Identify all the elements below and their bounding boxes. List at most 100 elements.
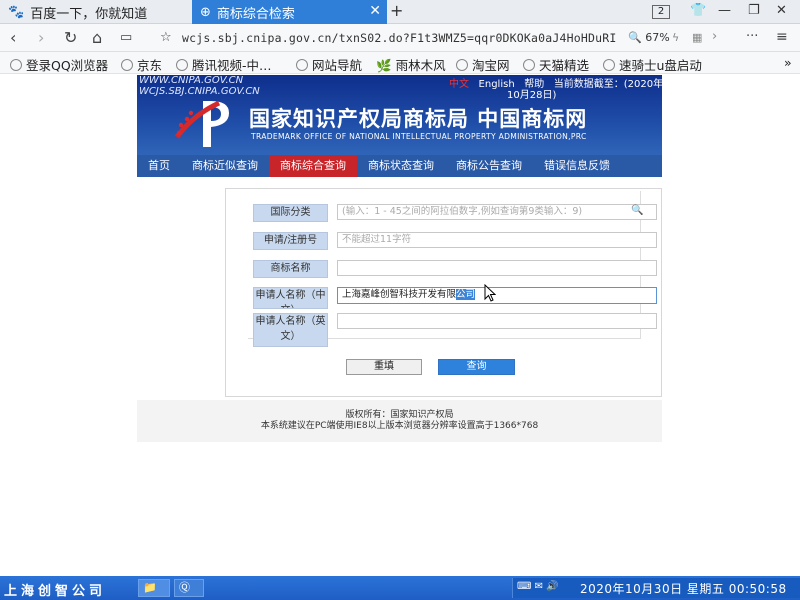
bookmark-label: 登录QQ浏览器	[26, 58, 109, 73]
bookmark-label: 天猫精选	[539, 58, 590, 73]
applicant-cn-input[interactable]: 上海嘉峰创智科技开发有限公司	[337, 287, 657, 304]
folder-icon: 📁	[143, 581, 157, 594]
mouse-cursor-icon	[484, 284, 496, 302]
search-icon: 🔍	[628, 31, 642, 44]
close-window-button[interactable]: ✕	[776, 3, 787, 18]
reload-icon[interactable]: ↻	[64, 28, 77, 47]
globe-icon	[603, 59, 615, 71]
zoom-level[interactable]: 🔍 67%	[628, 31, 670, 44]
applicant-en-input[interactable]	[337, 313, 657, 329]
bookmark-tencent-video[interactable]: 腾讯视频-中…	[176, 55, 272, 74]
folder-taskbar-button[interactable]: 📁	[138, 579, 170, 597]
cnipa-emblem-icon	[174, 100, 229, 147]
tab-baidu[interactable]: 🐾 百度一下，你就知道	[0, 0, 190, 24]
applicant-cn-label: 申请人名称（中文）	[253, 287, 328, 309]
bookmark-site-nav[interactable]: 网站导航	[296, 55, 362, 74]
site-url-primary[interactable]: WWW.CNIPA.GOV.CN	[139, 75, 243, 86]
browser-tab-bar: 🐾 百度一下，你就知道 ⊕ 商标综合检索 ✕ + 2 👕 — ❐ ✕	[0, 0, 800, 24]
more-button[interactable]: ···	[746, 29, 758, 44]
new-tab-button[interactable]: +	[390, 1, 403, 20]
data-date-prefix: 当前数据截至：(2020年	[553, 79, 662, 90]
reader-icon[interactable]: ▭	[120, 30, 132, 45]
bookmark-taobao[interactable]: 淘宝网	[456, 55, 510, 74]
bookmark-qq-login[interactable]: 登录QQ浏览器	[10, 55, 108, 74]
zoom-value: 67%	[645, 31, 670, 44]
query-button[interactable]: 查询	[438, 359, 515, 375]
bookmark-label: 腾讯视频-中…	[192, 58, 272, 73]
globe-icon	[296, 59, 308, 71]
nav-error-feedback[interactable]: 错误信息反馈	[533, 155, 621, 177]
close-icon[interactable]: ✕	[369, 3, 381, 19]
start-button[interactable]: 上海创智公司	[4, 580, 106, 599]
address-bar: ‹ › ↻ ⌂ ▭ ☆ wcjs.sbj.cnipa.gov.cn/txnS02…	[0, 24, 800, 52]
applicant-en-label: 申请人名称（英文）	[253, 313, 328, 347]
reset-button[interactable]: 重填	[346, 359, 422, 375]
bookmark-jd[interactable]: 京东	[121, 55, 162, 74]
globe-icon	[121, 59, 133, 71]
back-icon[interactable]: ‹	[10, 28, 16, 47]
skin-icon[interactable]: 👕	[690, 3, 706, 18]
copyright-text: 版权所有：国家知识产权局	[345, 410, 454, 420]
chevron-right-icon[interactable]: ›	[712, 29, 717, 44]
browser-icon: Ⓠ	[179, 581, 190, 594]
bookmarks-bar: 登录QQ浏览器 京东 腾讯视频-中… 网站导航 🌿 雨林木风 淘宝网 天猫精选 速…	[0, 52, 800, 74]
data-date-suffix: 10月28日)	[507, 90, 557, 101]
globe-icon: ⊕	[200, 4, 211, 20]
forward-icon[interactable]: ›	[38, 28, 44, 47]
bookmark-usb-boot[interactable]: 速骑士u盘启动	[603, 55, 702, 74]
site-title-en: TRADEMARK OFFICE OF NATIONAL INTELLECTUA…	[251, 132, 587, 141]
bookmark-ylmf[interactable]: 🌿 雨林木风	[376, 55, 446, 74]
site-footer: 版权所有：国家知识产权局 本系统建议在PC端使用IE8以上版本浏览器分辨率设置高…	[137, 400, 662, 442]
taskbar: 上海创智公司 📁 Ⓠ ⌨ ✉ 🔊 2020年10月30日 星期五 00:50:5…	[0, 576, 800, 600]
qrcode-icon[interactable]: ▦	[692, 31, 702, 44]
reg-no-input[interactable]: 不能超过11字符	[337, 232, 657, 248]
class-label: 国际分类	[253, 204, 328, 222]
bookmark-label: 网站导航	[312, 58, 363, 73]
restore-button[interactable]: ❐	[748, 3, 760, 18]
home-icon[interactable]: ⌂	[92, 28, 102, 47]
class-input[interactable]: (输入：1 - 45之间的阿拉伯数字,例如查询第9类输入：9)	[337, 204, 657, 220]
nav-home[interactable]: 首页	[137, 155, 181, 177]
tab-count-badge[interactable]: 2	[652, 5, 670, 19]
bookmark-tmall[interactable]: 天猫精选	[523, 55, 589, 74]
menu-icon[interactable]: ≡	[776, 29, 788, 45]
chevron-double-right-icon[interactable]: »	[784, 55, 792, 70]
minimize-button[interactable]: —	[718, 3, 731, 18]
name-input[interactable]	[337, 260, 657, 276]
globe-icon	[176, 59, 188, 71]
globe-icon	[456, 59, 468, 71]
browser-taskbar-button[interactable]: Ⓠ	[174, 579, 204, 597]
url-input[interactable]: wcjs.sbj.cnipa.gov.cn/txnS02.do?F1t3WMZ5…	[182, 31, 617, 45]
browser-advice-text: 本系统建议在PC端使用IE8以上版本浏览器分辨率设置高于1366*768	[260, 421, 539, 431]
nav-comprehensive-search[interactable]: 商标综合查询	[269, 155, 357, 177]
leaf-icon: 🌿	[376, 58, 392, 73]
paw-icon: 🐾	[8, 4, 25, 20]
lang-cn-link[interactable]: 中文	[449, 79, 469, 90]
applicant-cn-selection: 公司	[456, 289, 476, 300]
site-nav-menu: 首页 商标近似查询 商标综合查询 商标状态查询 商标公告查询 错误信息反馈	[137, 155, 662, 177]
tray-icons[interactable]: ⌨ ✉ 🔊	[517, 581, 559, 592]
tab-title: 百度一下，你就知道	[30, 6, 148, 22]
site-url-secondary[interactable]: WCJS.SBJ.CNIPA.GOV.CN	[139, 86, 260, 97]
star-icon[interactable]: ☆	[160, 30, 172, 45]
reg-no-label: 申请/注册号	[253, 232, 328, 250]
bookmark-label: 速骑士u盘启动	[619, 58, 702, 73]
tab-trademark-search[interactable]: ⊕ 商标综合检索 ✕	[192, 0, 387, 24]
bookmark-label: 雨林木风	[395, 58, 446, 73]
bolt-icon[interactable]: ϟ	[672, 31, 679, 44]
name-label: 商标名称	[253, 260, 328, 278]
applicant-cn-text: 上海嘉峰创智科技开发有限	[342, 289, 457, 300]
user-icon	[10, 59, 22, 71]
nav-status-search[interactable]: 商标状态查询	[357, 155, 445, 177]
taskbar-clock[interactable]: 2020年10月30日 星期五 00:50:58	[580, 580, 787, 597]
search-icon[interactable]: 🔍	[631, 205, 643, 216]
bookmark-label: 京东	[137, 58, 163, 73]
nav-announcement-search[interactable]: 商标公告查询	[445, 155, 533, 177]
bookmark-label: 淘宝网	[472, 58, 510, 73]
nav-similar-search[interactable]: 商标近似查询	[181, 155, 269, 177]
globe-icon	[523, 59, 535, 71]
site-banner: WWW.CNIPA.GOV.CN WCJS.SBJ.CNIPA.GOV.CN 中…	[137, 75, 662, 155]
site-title-cn: 国家知识产权局商标局 中国商标网	[249, 106, 588, 131]
system-tray: ⌨ ✉ 🔊 2020年10月30日 星期五 00:50:58	[512, 578, 800, 598]
tab-title: 商标综合检索	[216, 6, 295, 22]
